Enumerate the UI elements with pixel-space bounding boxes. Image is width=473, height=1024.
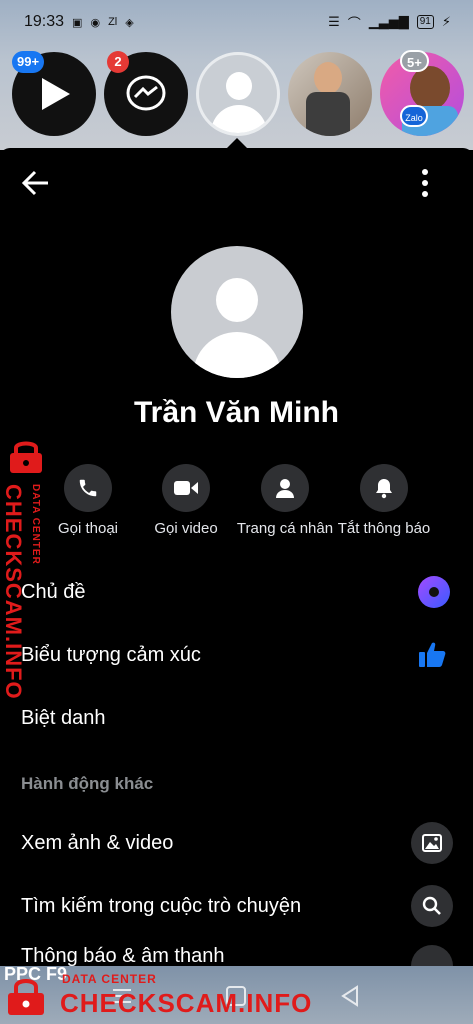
vibrate-icon: ☰ xyxy=(328,14,340,29)
voice-call-button[interactable]: Gọi thoại xyxy=(33,464,143,537)
bag-icon: ▣ xyxy=(72,16,83,29)
video-call-label: Gọi video xyxy=(154,520,218,537)
wifi-icon: ⌒ xyxy=(347,15,361,31)
media-row[interactable]: Xem ảnh & video xyxy=(21,822,453,864)
arrow-left-icon xyxy=(21,170,48,196)
unread-badge: 2 xyxy=(107,51,129,73)
zalo-icon: Zl xyxy=(108,16,118,28)
chat-head-contact-photo[interactable] xyxy=(288,52,372,136)
voice-call-label: Gọi thoại xyxy=(57,520,119,537)
unread-badge: 99+ xyxy=(12,51,45,73)
nickname-row[interactable]: Biệt danh xyxy=(21,698,453,738)
profile-name: Trần Văn Minh xyxy=(133,396,340,429)
theme-swatch-icon xyxy=(418,576,450,608)
profile-page-label: Trang cá nhân xyxy=(236,520,334,537)
search-icon-button xyxy=(411,885,453,927)
status-bar: 19:33 ▣ ◉ Zl ◈ ☰ ⌒ ▁▃▅▇ 91 ⚡ xyxy=(0,0,473,44)
lock-icon xyxy=(8,979,44,1015)
back-nav-button[interactable] xyxy=(338,984,362,1008)
bell-icon xyxy=(376,479,392,499)
layers-icon: ◈ xyxy=(125,16,134,29)
triangle-back-icon xyxy=(341,985,358,1007)
profile-avatar xyxy=(171,246,303,378)
profile-page-button[interactable]: Trang cá nhân xyxy=(230,464,340,537)
charging-icon: ⚡ xyxy=(441,14,451,29)
battery-indicator: 91 xyxy=(416,15,434,29)
person-icon xyxy=(276,479,294,498)
lock-icon xyxy=(10,441,42,473)
search-icon xyxy=(422,896,441,915)
watermark-bottom-sub: DATA CENTER xyxy=(62,972,157,986)
phone-icon xyxy=(79,479,97,497)
zalo-badge: Zalo xyxy=(400,105,428,127)
watermark-bottom: PPC F9 DATA CENTER CHECKSCAM.INFO xyxy=(4,962,311,1022)
status-time: 19:33 xyxy=(24,13,65,30)
emoji-row[interactable]: Biểu tượng cảm xúc xyxy=(21,635,453,675)
back-button[interactable] xyxy=(20,168,54,198)
image-icon-button xyxy=(411,822,453,864)
thumbs-up-icon xyxy=(419,642,446,667)
signal-icon: ▁▃▅▇ xyxy=(368,14,409,29)
video-icon xyxy=(174,481,198,495)
section-header-other-actions: Hành động khác xyxy=(21,774,154,793)
video-call-button[interactable]: Gọi video xyxy=(131,464,241,537)
image-icon xyxy=(422,834,442,852)
media-label: Xem ảnh & video xyxy=(21,831,174,854)
more-vertical-icon xyxy=(422,169,428,197)
messenger-icon xyxy=(126,75,166,111)
theme-row[interactable]: Chủ đề xyxy=(21,572,453,612)
watermark-side: CHECKSCAM.INFO DATA CENTER xyxy=(1,436,48,700)
search-label: Tìm kiếm trong cuộc trò chuyện xyxy=(21,894,302,917)
more-chats-badge: 5+ xyxy=(400,50,429,72)
watermark-brand: CHECKSCAM.INFO xyxy=(1,484,26,700)
chat-head-current-contact[interactable] xyxy=(196,52,280,136)
watermark-bottom-brand: CHECKSCAM.INFO xyxy=(60,988,313,1018)
watermark-sub: DATA CENTER xyxy=(30,484,41,565)
mute-notifications-button[interactable]: Tắt thông báo xyxy=(329,464,439,537)
search-row[interactable]: Tìm kiếm trong cuộc trò chuyện xyxy=(21,885,453,927)
more-options-button[interactable] xyxy=(413,166,437,200)
mute-notifications-label: Tắt thông báo xyxy=(337,520,431,537)
nickname-label: Biệt danh xyxy=(21,706,106,729)
messenger-icon: ◉ xyxy=(90,16,101,29)
play-icon xyxy=(42,78,70,110)
bubble-pointer xyxy=(227,138,247,148)
